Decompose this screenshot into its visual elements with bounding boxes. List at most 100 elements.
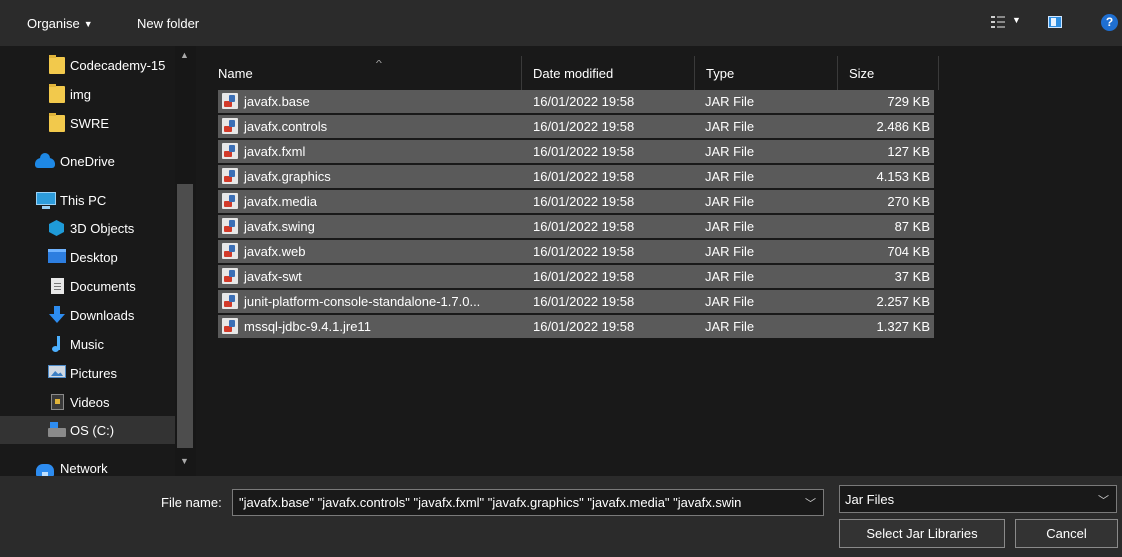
table-row[interactable]: javafx.media 16/01/2022 19:58 JAR File 2… (218, 190, 934, 213)
scroll-down-icon[interactable]: ▼ (180, 456, 189, 466)
table-row[interactable]: mssql-jdbc-9.4.1.jre11 16/01/2022 19:58 … (218, 315, 934, 338)
navigation-pane: Codecademy-15 img SWRE OneDrive This PC … (0, 46, 196, 476)
file-date: 16/01/2022 19:58 (533, 219, 635, 234)
scroll-up-icon[interactable]: ▲ (180, 50, 189, 60)
nav-item-music[interactable]: Music (0, 330, 175, 358)
table-row[interactable]: javafx.base 16/01/2022 19:58 JAR File 72… (218, 90, 934, 113)
file-date: 16/01/2022 19:58 (533, 319, 635, 334)
nav-item-label: 3D Objects (70, 221, 135, 236)
table-row[interactable]: javafx.graphics 16/01/2022 19:58 JAR Fil… (218, 165, 934, 188)
file-name: javafx.fxml (244, 144, 306, 159)
nav-item-os-c[interactable]: OS (C:) (0, 416, 175, 444)
jar-file-icon (222, 318, 238, 334)
organise-button[interactable]: Organise ▼ (27, 16, 93, 31)
file-name-input[interactable]: "javafx.base" "javafx.controls" "javafx.… (232, 489, 824, 516)
3d-objects-icon (49, 220, 64, 236)
jar-file-icon (222, 293, 238, 309)
file-size: 704 KB (887, 244, 930, 259)
documents-icon (51, 278, 64, 294)
file-type-filter-select[interactable]: Jar Files ﹀ (839, 485, 1117, 513)
file-date: 16/01/2022 19:58 (533, 169, 635, 184)
column-header-type[interactable]: Type (698, 56, 838, 90)
column-header-label: Date modified (533, 66, 614, 81)
nav-item-videos[interactable]: Videos (0, 388, 175, 416)
file-date: 16/01/2022 19:58 (533, 244, 635, 259)
nav-item-label: Codecademy-15 (70, 58, 166, 73)
file-type: JAR File (705, 94, 755, 109)
column-header-label: Size (849, 66, 875, 81)
folder-icon (49, 84, 65, 103)
sort-ascending-icon: ^ (375, 59, 382, 68)
nav-item-codecademy[interactable]: Codecademy-15 (0, 51, 175, 79)
onedrive-icon (35, 153, 55, 168)
help-icon[interactable]: ? (1101, 14, 1118, 31)
new-folder-button[interactable]: New folder (137, 16, 199, 31)
jar-file-icon (222, 143, 238, 159)
file-name: javafx.media (244, 194, 317, 209)
jar-file-icon (222, 268, 238, 284)
table-row[interactable]: javafx.web 16/01/2022 19:58 JAR File 704… (218, 240, 934, 263)
table-row[interactable]: junit-platform-console-standalone-1.7.0.… (218, 290, 934, 313)
navigation-scrollbar[interactable]: ▲ ▼ (175, 46, 196, 476)
column-header-name[interactable]: Name ^ (210, 56, 522, 90)
organise-label: Organise (27, 16, 80, 31)
file-type: JAR File (705, 319, 755, 334)
cancel-button[interactable]: Cancel (1015, 519, 1118, 548)
desktop-icon (48, 249, 66, 263)
file-date: 16/01/2022 19:58 (533, 144, 635, 159)
select-jar-libraries-button[interactable]: Select Jar Libraries (839, 519, 1005, 548)
nav-item-label: Pictures (70, 366, 117, 381)
nav-item-label: Desktop (70, 250, 118, 265)
file-type: JAR File (705, 244, 755, 259)
chevron-down-icon[interactable]: ﹀ (805, 495, 816, 511)
nav-item-swre[interactable]: SWRE (0, 109, 175, 137)
nav-item-3d-objects[interactable]: 3D Objects (0, 214, 175, 242)
table-row[interactable]: javafx.fxml 16/01/2022 19:58 JAR File 12… (218, 140, 934, 163)
column-header-date[interactable]: Date modified (525, 56, 695, 90)
nav-item-downloads[interactable]: Downloads (0, 301, 175, 329)
downloads-icon (49, 306, 65, 323)
file-name: javafx.swing (244, 219, 315, 234)
table-row[interactable]: javafx.swing 16/01/2022 19:58 JAR File 8… (218, 215, 934, 238)
jar-file-icon (222, 168, 238, 184)
nav-item-this-pc[interactable]: This PC (0, 186, 175, 214)
drive-icon (48, 422, 66, 437)
file-date: 16/01/2022 19:58 (533, 194, 635, 209)
file-type: JAR File (705, 269, 755, 284)
nav-item-documents[interactable]: Documents (0, 272, 175, 300)
folder-icon (49, 55, 65, 74)
column-header-label: Name (218, 66, 253, 81)
table-row[interactable]: javafx-swt 16/01/2022 19:58 JAR File 37 … (218, 265, 934, 288)
chevron-down-icon: ﹀ (1098, 495, 1109, 507)
file-type: JAR File (705, 144, 755, 159)
nav-item-pictures[interactable]: Pictures (0, 359, 175, 387)
nav-item-desktop[interactable]: Desktop (0, 243, 175, 271)
file-size: 4.153 KB (876, 169, 931, 184)
file-size: 729 KB (887, 94, 930, 109)
column-header-size[interactable]: Size (841, 56, 939, 90)
file-name: javafx.base (244, 94, 310, 109)
network-icon (36, 464, 54, 476)
nav-item-network[interactable]: Network (0, 454, 175, 476)
file-date: 16/01/2022 19:58 (533, 94, 635, 109)
file-size: 127 KB (887, 144, 930, 159)
view-options-button[interactable]: ▼ (991, 14, 1021, 32)
file-name: javafx-swt (244, 269, 302, 284)
scrollbar-thumb[interactable] (177, 184, 193, 448)
jar-file-icon (222, 243, 238, 259)
this-pc-icon (36, 192, 56, 209)
nav-item-img[interactable]: img (0, 80, 175, 108)
file-size: 270 KB (887, 194, 930, 209)
file-type: JAR File (705, 194, 755, 209)
file-type: JAR File (705, 294, 755, 309)
nav-item-onedrive[interactable]: OneDrive (0, 147, 175, 175)
file-name-label: File name: (161, 495, 222, 510)
folder-icon (49, 113, 65, 132)
file-name: javafx.graphics (244, 169, 331, 184)
preview-pane-icon[interactable] (1048, 16, 1062, 28)
file-type: JAR File (705, 169, 755, 184)
table-row[interactable]: javafx.controls 16/01/2022 19:58 JAR Fil… (218, 115, 934, 138)
jar-file-icon (222, 93, 238, 109)
file-size: 87 KB (894, 219, 930, 234)
nav-item-label: This PC (60, 193, 107, 208)
